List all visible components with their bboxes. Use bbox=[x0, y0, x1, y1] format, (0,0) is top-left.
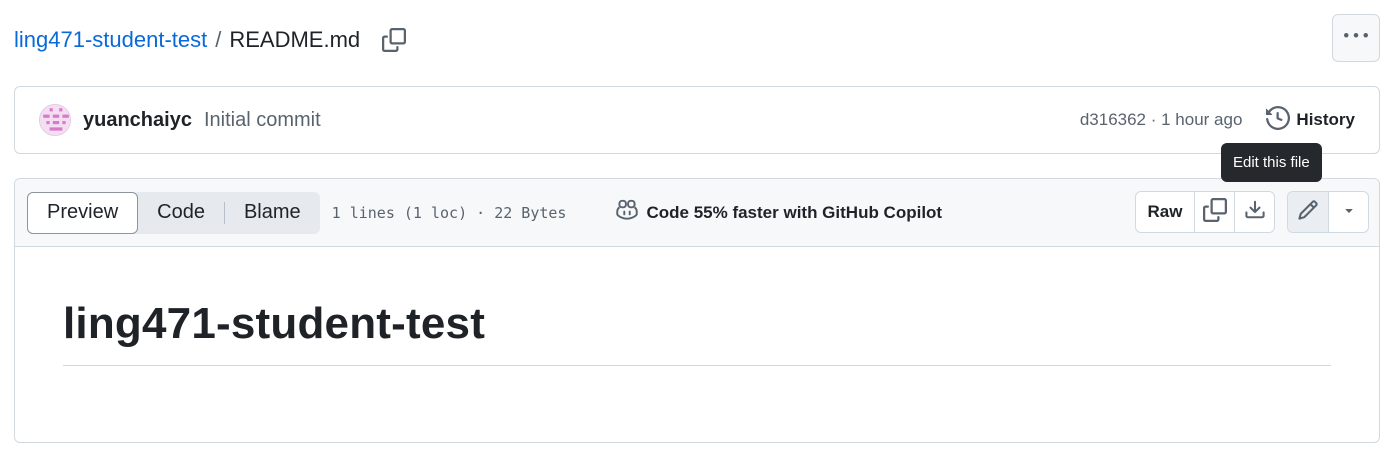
download-icon bbox=[1244, 199, 1266, 226]
repo-link[interactable]: ling471-student-test bbox=[14, 27, 207, 53]
file-viewer: Preview Code Blame 1 lines (1 loc) · 22 … bbox=[14, 178, 1380, 443]
edit-file-button[interactable] bbox=[1288, 192, 1328, 232]
history-icon bbox=[1266, 105, 1296, 135]
pencil-icon bbox=[1297, 199, 1319, 226]
more-options-button[interactable] bbox=[1332, 14, 1380, 62]
download-button[interactable] bbox=[1234, 192, 1274, 232]
readme-heading: ling471-student-test bbox=[63, 295, 1331, 366]
history-button[interactable]: History bbox=[1266, 105, 1355, 135]
edit-dropdown-button[interactable] bbox=[1328, 192, 1368, 232]
file-header: Preview Code Blame 1 lines (1 loc) · 22 … bbox=[15, 179, 1379, 247]
copy-icon bbox=[1202, 197, 1227, 227]
commit-message[interactable]: Initial commit bbox=[204, 109, 321, 132]
copilot-icon bbox=[614, 197, 646, 228]
copy-raw-button[interactable] bbox=[1194, 192, 1234, 232]
commit-author[interactable]: yuanchaiyc bbox=[83, 109, 192, 132]
file-stats: 1 lines (1 loc) · 22 Bytes bbox=[331, 203, 567, 222]
kebab-icon bbox=[1344, 24, 1368, 53]
copilot-promo-link[interactable]: Code 55% faster with GitHub Copilot bbox=[614, 197, 942, 228]
breadcrumb: ling471-student-test / README.md bbox=[14, 24, 408, 56]
file-actions-group: Raw bbox=[1135, 191, 1275, 233]
edit-tooltip: Edit this file bbox=[1221, 143, 1322, 182]
latest-commit-box: yuanchaiyc Initial commit d316362 · 1 ho… bbox=[14, 86, 1380, 154]
triangle-down-icon bbox=[1341, 202, 1357, 223]
copilot-label: Code 55% faster with GitHub Copilot bbox=[646, 202, 943, 222]
commit-meta[interactable]: d316362 · 1 hour ago bbox=[1080, 110, 1243, 130]
readme-content: ling471-student-test bbox=[15, 247, 1379, 366]
tab-blame[interactable]: Blame bbox=[225, 192, 320, 234]
breadcrumb-separator: / bbox=[215, 27, 222, 52]
history-label: History bbox=[1296, 110, 1355, 129]
avatar[interactable] bbox=[39, 104, 71, 136]
tab-code[interactable]: Code bbox=[138, 192, 224, 234]
file-name: README.md bbox=[229, 27, 361, 52]
raw-button[interactable]: Raw bbox=[1136, 192, 1194, 232]
edit-actions-group bbox=[1287, 191, 1369, 233]
tab-preview[interactable]: Preview bbox=[27, 191, 139, 234]
view-mode-switch: Preview Code Blame bbox=[27, 191, 320, 234]
copy-path-icon[interactable] bbox=[380, 26, 408, 54]
